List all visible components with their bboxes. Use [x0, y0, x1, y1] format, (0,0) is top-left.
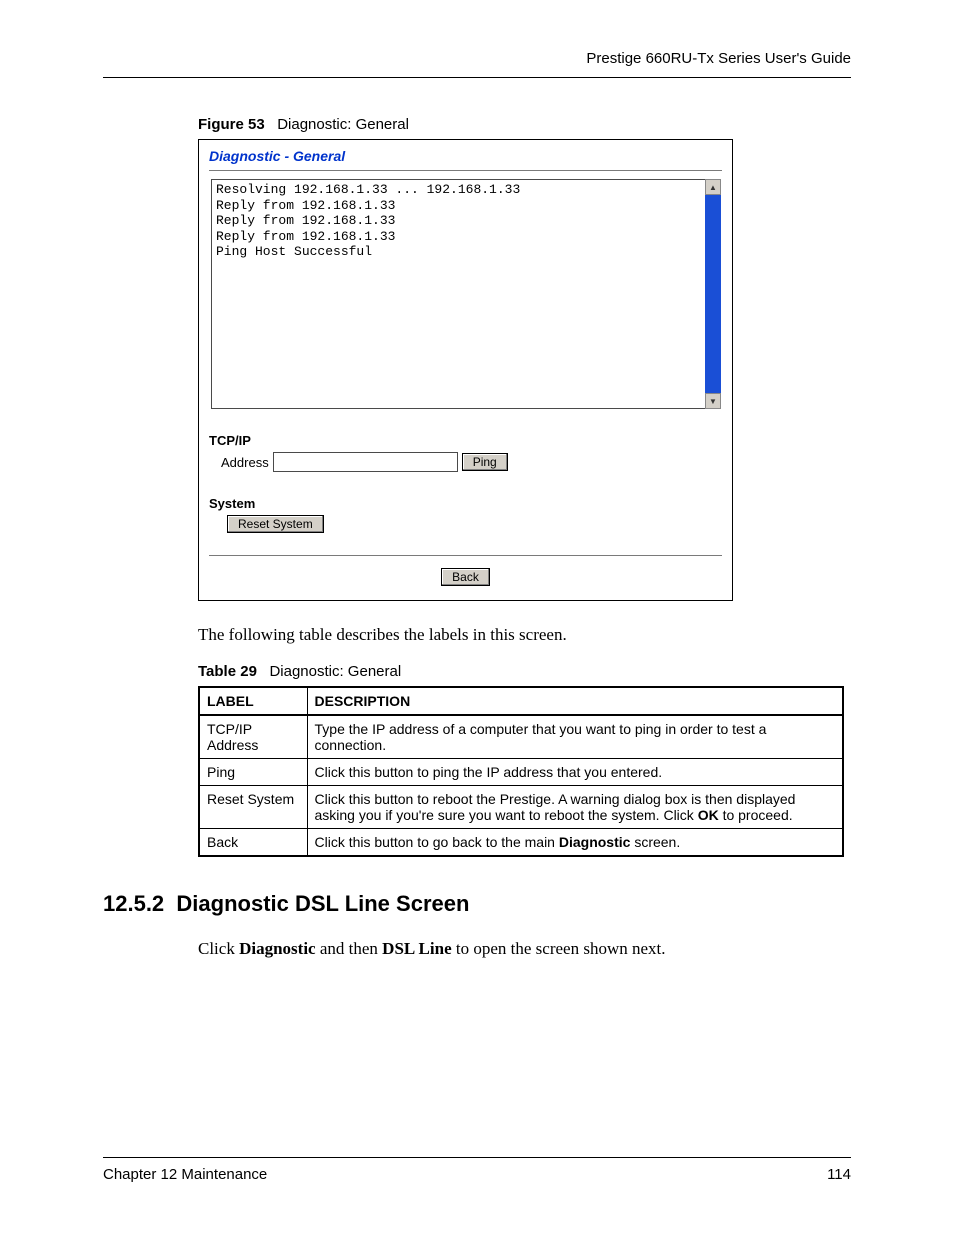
table-title: Diagnostic: General — [269, 663, 401, 680]
cell-desc: Click this button to reboot the Prestige… — [307, 786, 843, 829]
table-row: Back Click this button to go back to the… — [199, 829, 843, 857]
section-title: Diagnostic DSL Line Screen — [176, 891, 469, 916]
address-input[interactable] — [273, 452, 458, 472]
panel-title: Diagnostic - General — [209, 146, 722, 168]
cell-desc: Type the IP address of a computer that y… — [307, 715, 843, 759]
panel-divider — [209, 170, 722, 171]
table-row: Ping Click this button to ping the IP ad… — [199, 759, 843, 786]
scroll-up-icon[interactable]: ▲ — [705, 179, 721, 195]
footer-page: 114 — [827, 1166, 851, 1183]
table-label: Table 29 — [198, 663, 257, 680]
diagnostic-panel: Diagnostic - General Resolving 192.168.1… — [198, 139, 733, 601]
th-desc: DESCRIPTION — [307, 687, 843, 715]
intro-text: The following table describes the labels… — [198, 625, 851, 645]
footer-chapter: Chapter 12 Maintenance — [103, 1166, 267, 1183]
system-heading: System — [209, 496, 722, 511]
console-wrap: Resolving 192.168.1.33 ... 192.168.1.33 … — [211, 179, 721, 409]
cell-desc: Click this button to ping the IP address… — [307, 759, 843, 786]
cell-desc: Click this button to go back to the main… — [307, 829, 843, 857]
figure-caption: Figure 53 Diagnostic: General — [198, 116, 851, 133]
cell-label: Reset System — [199, 786, 307, 829]
table-row: Reset System Click this button to reboot… — [199, 786, 843, 829]
address-row: Address Ping — [209, 452, 722, 472]
table-row: TCP/IP Address Type the IP address of a … — [199, 715, 843, 759]
footer-rule — [103, 1157, 851, 1158]
description-table: LABEL DESCRIPTION TCP/IP Address Type th… — [198, 686, 844, 857]
figure-label: Figure 53 — [198, 116, 265, 133]
running-header: Prestige 660RU-Tx Series User's Guide — [103, 50, 851, 77]
section-heading: 12.5.2 Diagnostic DSL Line Screen — [103, 891, 851, 917]
tcpip-heading: TCP/IP — [209, 433, 722, 448]
ping-button[interactable]: Ping — [462, 453, 508, 471]
address-label: Address — [221, 455, 269, 470]
panel-divider-2 — [209, 555, 722, 556]
th-label: LABEL — [199, 687, 307, 715]
table-header-row: LABEL DESCRIPTION — [199, 687, 843, 715]
table-caption: Table 29 Diagnostic: General — [198, 663, 851, 680]
section-body: Click Diagnostic and then DSL Line to op… — [198, 939, 851, 959]
cell-label: Back — [199, 829, 307, 857]
header-rule — [103, 77, 851, 78]
back-button[interactable]: Back — [441, 568, 490, 586]
page-footer: Chapter 12 Maintenance 114 — [103, 1157, 851, 1183]
section-number: 12.5.2 — [103, 891, 164, 916]
scroll-down-icon[interactable]: ▼ — [705, 393, 721, 409]
console-output: Resolving 192.168.1.33 ... 192.168.1.33 … — [211, 179, 707, 409]
console-scrollbar[interactable]: ▲ ▼ — [705, 179, 721, 409]
cell-label: Ping — [199, 759, 307, 786]
figure-title: Diagnostic: General — [277, 116, 409, 133]
cell-label: TCP/IP Address — [199, 715, 307, 759]
reset-system-button[interactable]: Reset System — [227, 515, 324, 533]
